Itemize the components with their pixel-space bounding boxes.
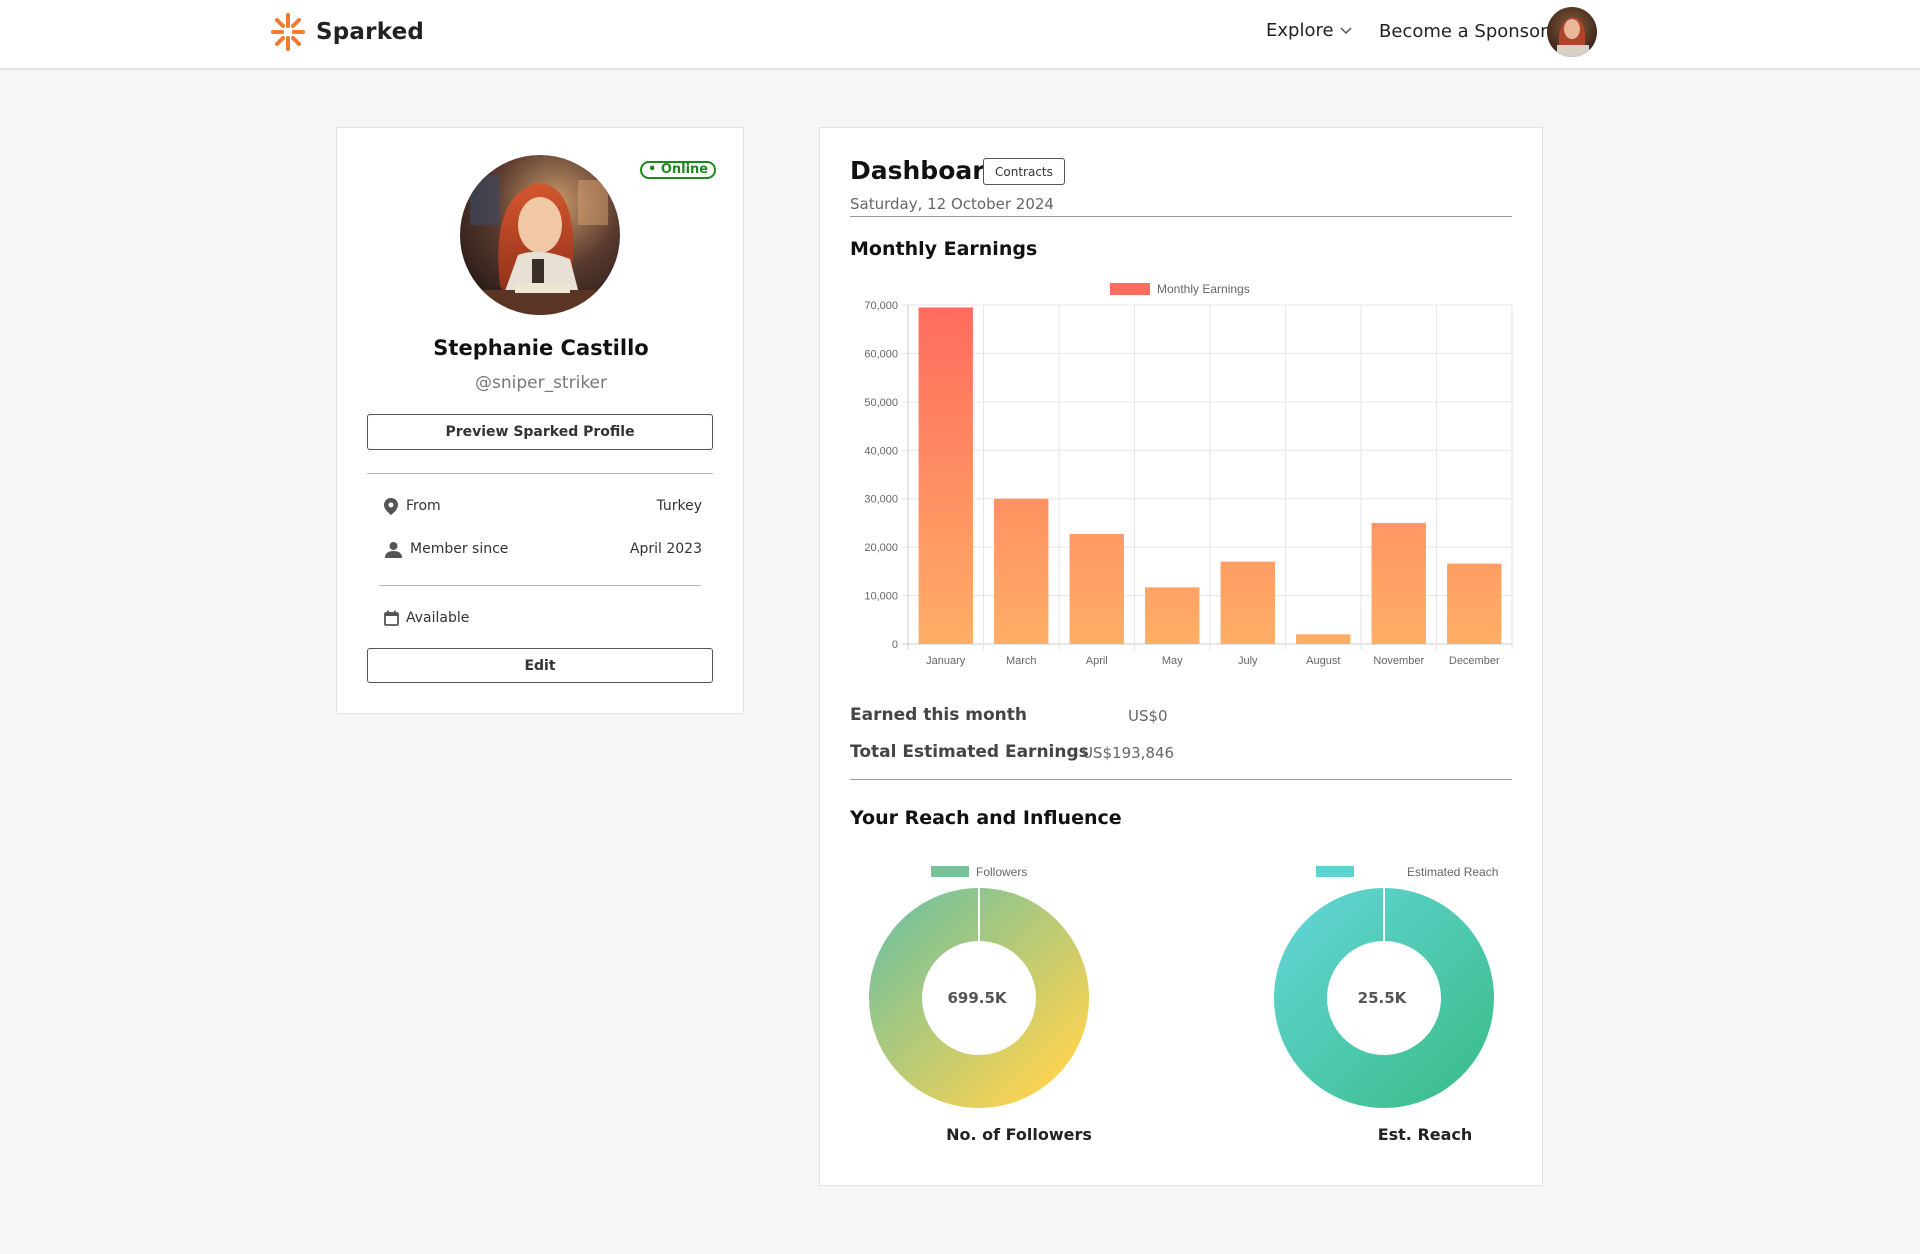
availability-status: Available: [406, 610, 470, 626]
followers-caption: No. of Followers: [946, 1125, 1092, 1144]
profile-photo: [460, 155, 620, 315]
info-row-availability: Available: [382, 609, 702, 627]
from-label: From: [406, 498, 441, 514]
total-earnings-label: Total Estimated Earnings: [850, 742, 1089, 762]
reach-legend-swatch: [1316, 866, 1354, 877]
x-tick-label: December: [1449, 655, 1500, 667]
legend-swatch: [1110, 283, 1150, 295]
reach-legend-label: Estimated Reach: [1407, 865, 1498, 879]
monthly-earnings-chart: Monthly Earnings 70,000 60,000 50,000 40,00…: [864, 282, 1513, 667]
x-tick-label: May: [1162, 655, 1183, 667]
online-status-badge: • Online: [640, 161, 717, 179]
reach-center-value: 25.5K: [1358, 989, 1408, 1007]
x-tick-label: January: [926, 655, 966, 667]
brand-name: Sparked: [316, 19, 425, 45]
person-icon: [382, 540, 404, 558]
bar-november: [1371, 522, 1426, 644]
explore-menu[interactable]: Explore: [1266, 20, 1352, 41]
x-tick-label: April: [1086, 655, 1108, 667]
followers-legend-swatch: [931, 866, 969, 877]
reach-caption: Est. Reach: [1377, 1125, 1473, 1144]
edit-profile-button[interactable]: Edit: [367, 648, 713, 683]
bar-april: [1069, 534, 1124, 644]
bar-december: [1447, 563, 1502, 644]
preview-profile-button[interactable]: Preview Sparked Profile: [367, 414, 713, 450]
y-tick-label: 30,000: [864, 494, 898, 506]
top-navbar: Sparked Explore Become a Sponsor: [0, 0, 1920, 68]
x-tick-label: March: [1006, 655, 1037, 667]
divider: [850, 779, 1512, 780]
bar-march: [994, 498, 1049, 644]
divider: [379, 585, 701, 586]
divider: [367, 473, 713, 474]
y-tick-label: 60,000: [864, 348, 898, 360]
x-tick-label: July: [1238, 655, 1258, 667]
followers-donut-slice: [869, 888, 1089, 1108]
y-tick-label: 20,000: [864, 542, 898, 554]
legend-label: Monthly Earnings: [1157, 282, 1250, 296]
reach-influence-title: Your Reach and Influence: [850, 807, 1122, 829]
y-tick-label: 10,000: [864, 591, 898, 603]
profile-card: • Online Stephanie Castillo @sniper_stri…: [336, 127, 744, 714]
info-row-member-since: Member since April 2023: [382, 540, 702, 558]
bar-august: [1296, 634, 1351, 644]
bar-may: [1145, 587, 1200, 644]
bar-january: [918, 307, 973, 644]
followers-legend-label: Followers: [976, 865, 1027, 879]
total-earnings-value: US$193,846: [1082, 744, 1175, 762]
earned-this-month-value: US$0: [1128, 707, 1168, 725]
y-tick-label: 70,000: [864, 300, 898, 312]
bar-july: [1220, 561, 1275, 644]
brand-logo[interactable]: Sparked: [270, 12, 424, 52]
x-tick-label: November: [1373, 655, 1424, 667]
chevron-down-icon: [1340, 26, 1352, 34]
user-avatar[interactable]: [1547, 7, 1597, 57]
calendar-icon: [382, 609, 400, 627]
member-since-label: Member since: [410, 541, 509, 557]
profile-handle: @sniper_striker: [474, 373, 607, 393]
location-pin-icon: [382, 497, 400, 515]
followers-center-value: 699.5K: [947, 989, 1007, 1007]
y-tick-label: 50,000: [864, 397, 898, 409]
reach-donut-slice: [1274, 888, 1494, 1108]
x-tick-label: August: [1306, 655, 1340, 667]
spark-logo-icon: [271, 13, 305, 51]
from-value: Turkey: [656, 498, 702, 514]
dashboard-card: Dashboard Contracts Saturday, 12 October…: [819, 127, 1543, 1186]
earned-this-month-label: Earned this month: [850, 705, 1028, 725]
profile-name: Stephanie Castillo: [433, 336, 649, 360]
member-since-value: April 2023: [629, 541, 702, 557]
become-sponsor-link[interactable]: Become a Sponsor: [1379, 21, 1547, 42]
y-tick-label: 0: [892, 639, 898, 651]
info-row-from: From Turkey: [382, 497, 702, 515]
y-tick-label: 40,000: [864, 445, 898, 457]
explore-label: Explore: [1266, 20, 1334, 41]
